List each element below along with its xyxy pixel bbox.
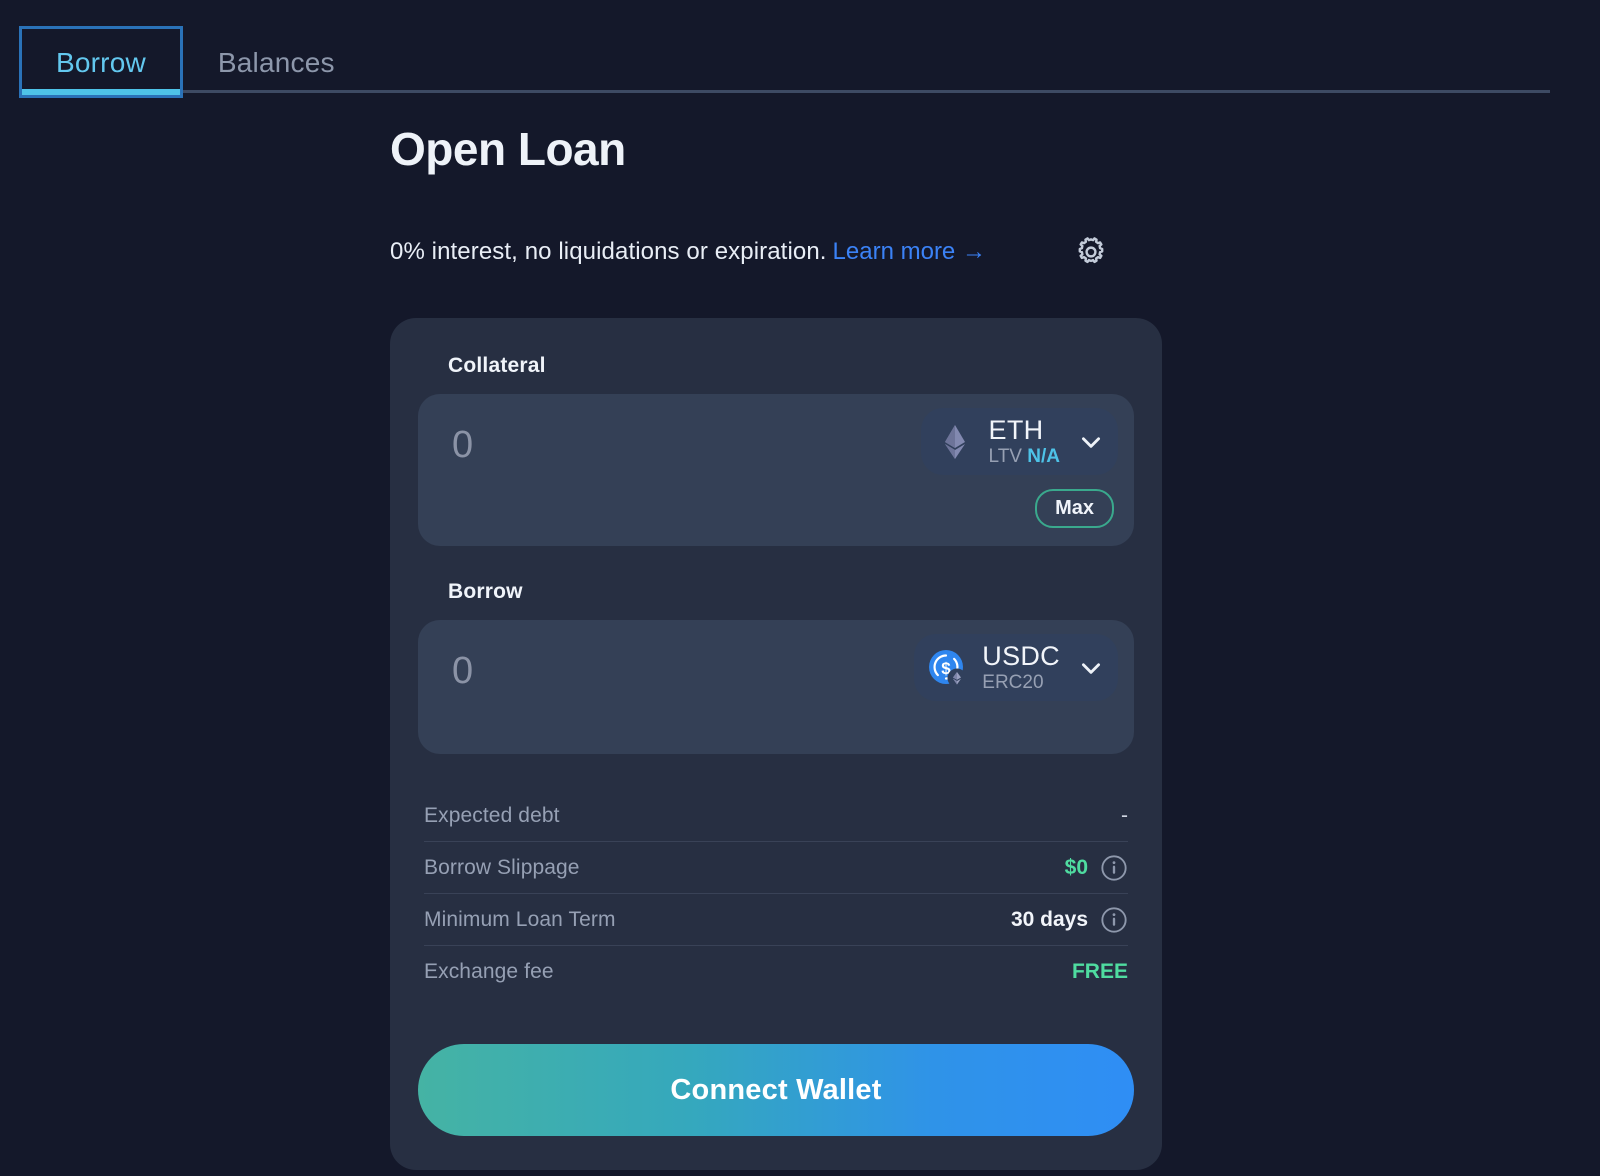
tab-balances[interactable]: Balances [182, 27, 371, 97]
chevron-down-icon [1082, 662, 1100, 674]
borrow-label: Borrow [448, 580, 523, 603]
detail-label: Borrow Slippage [424, 855, 580, 879]
detail-value: FREE [1071, 960, 1128, 983]
collateral-token-select[interactable]: ETH LTV N/A [920, 408, 1118, 476]
info-icon[interactable] [1100, 906, 1128, 934]
learn-more-link[interactable]: Learn more → [833, 238, 986, 266]
borrow-input-box: $ USDC ERC20 [418, 620, 1134, 754]
tab-borrow-label: Borrow [56, 47, 146, 78]
collateral-amount-input[interactable] [442, 416, 872, 475]
tab-bar: Borrow Balances [19, 0, 1550, 98]
detail-right: $0 [1065, 854, 1128, 882]
tab-list: Borrow Balances [19, 26, 371, 98]
chevron-down-icon [1082, 436, 1100, 448]
page-content: Open Loan 0% interest, no liquidations o… [0, 122, 1600, 1170]
info-icon[interactable] [1100, 854, 1128, 882]
collateral-ltv: LTV N/A [989, 447, 1060, 467]
collateral-label: Collateral [448, 354, 546, 377]
borrow-token-symbol: USDC [982, 641, 1060, 671]
eth-diamond-badge-icon [947, 668, 967, 688]
detail-right: FREE [1072, 960, 1128, 984]
borrow-token-meta: USDC ERC20 [982, 642, 1060, 693]
detail-right: - [1121, 804, 1128, 828]
collateral-max-button[interactable]: Max [1035, 489, 1114, 528]
borrow-token-standard: ERC20 [982, 672, 1044, 694]
collateral-token-symbol: ETH [988, 415, 1044, 445]
page-subtitle: 0% interest, no liquidations or expirati… [390, 238, 827, 265]
collateral-ltv-value: N/A [1027, 446, 1060, 468]
settings-button[interactable] [1074, 235, 1108, 269]
eth-diamond-icon [933, 420, 977, 464]
subtitle-row: 0% interest, no liquidations or expirati… [390, 232, 1600, 272]
tab-balances-label: Balances [217, 47, 335, 78]
page-title: Open Loan [390, 123, 626, 175]
collateral-token-meta: ETH LTV N/A [989, 416, 1060, 467]
detail-label: Expected debt [424, 803, 560, 827]
collateral-input-box: ETH LTV N/A Max [418, 394, 1134, 546]
borrow-token-select[interactable]: $ USDC ERC20 [914, 634, 1118, 702]
open-loan-card: Collateral ETH LTV N/A [390, 318, 1162, 1170]
detail-value: 30 days [1010, 907, 1088, 931]
detail-value: - [1121, 803, 1128, 827]
detail-label: Minimum Loan Term [424, 907, 616, 931]
collateral-ltv-label: LTV [988, 446, 1022, 468]
detail-row-expected-debt: Expected debt - [424, 790, 1128, 842]
detail-label: Exchange fee [424, 960, 554, 983]
usdc-coin-icon: $ [926, 646, 970, 690]
loan-details-list: Expected debt - Borrow Slippage $0 Minim… [418, 790, 1134, 998]
detail-row-minimum-loan-term: Minimum Loan Term 30 days [424, 894, 1128, 946]
connect-wallet-button[interactable]: Connect Wallet [418, 1044, 1134, 1136]
detail-right: 30 days [1011, 906, 1128, 934]
borrow-amount-input[interactable] [442, 642, 872, 701]
tab-borrow[interactable]: Borrow [19, 26, 183, 98]
detail-row-exchange-fee: Exchange fee FREE [424, 946, 1128, 998]
detail-value: $0 [1064, 855, 1088, 879]
gear-icon [1078, 237, 1104, 264]
detail-row-borrow-slippage: Borrow Slippage $0 [424, 842, 1128, 894]
